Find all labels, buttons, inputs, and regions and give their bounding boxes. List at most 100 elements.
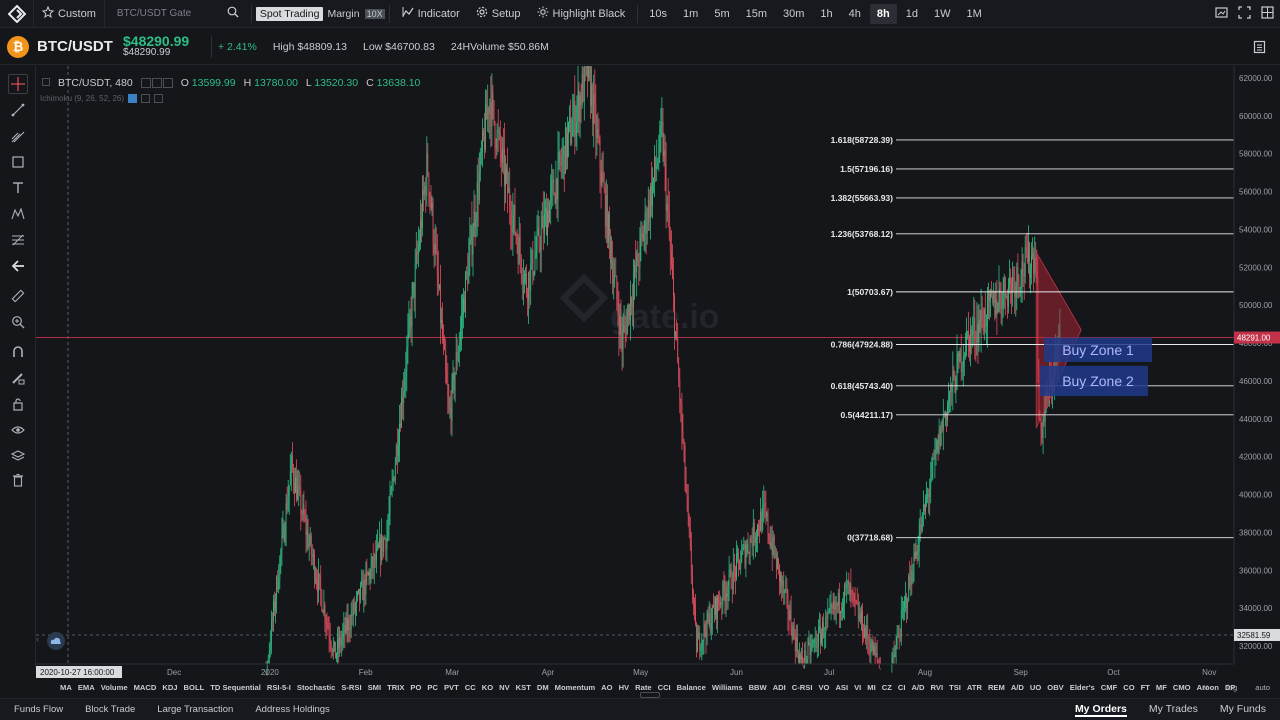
symbol-search-input[interactable]: BTC/USDT Gate (113, 8, 223, 19)
timeframe-4h[interactable]: 4h (842, 4, 868, 24)
indicator-item[interactable]: A/D (911, 683, 924, 692)
indicator-button[interactable]: Indicator (394, 0, 468, 28)
eye-icon[interactable] (8, 420, 28, 440)
indicator-item[interactable]: ASI (835, 683, 848, 692)
indicator-item[interactable]: MACD (134, 683, 157, 692)
fullscreen-icon[interactable] (1238, 6, 1251, 22)
pair-name[interactable]: BTC/USDT (37, 38, 123, 55)
indicator-item[interactable]: NV (499, 683, 510, 692)
indicator-item[interactable]: MA (60, 683, 72, 692)
scale-option-auto[interactable]: auto (1255, 683, 1270, 692)
indicator-item[interactable]: CCI (658, 683, 671, 692)
indicator-item[interactable]: ATR (967, 683, 982, 692)
timeframe-30m[interactable]: 30m (776, 4, 811, 24)
back-arrow-icon[interactable] (8, 256, 28, 276)
indicator-item[interactable]: EMA (78, 683, 95, 692)
indicator-item[interactable]: MI (867, 683, 875, 692)
timeframe-1w[interactable]: 1W (927, 4, 958, 24)
indicator-item[interactable]: A/D (1011, 683, 1024, 692)
trading-mode-toggle[interactable]: Spot Trading Margin 10X (255, 6, 385, 21)
indicator-item[interactable]: Elder's (1070, 683, 1095, 692)
indicator-item[interactable]: Stochastic (297, 683, 335, 692)
indicator-item[interactable]: Balance (677, 683, 706, 692)
chart-style-button[interactable]: Custom (34, 0, 104, 28)
crosshair-icon[interactable] (8, 74, 28, 94)
indicator-item[interactable]: PO (410, 683, 421, 692)
indicator-item[interactable]: REM (988, 683, 1005, 692)
indicator-close-icon[interactable] (154, 94, 164, 103)
trend-line-icon[interactable] (8, 100, 28, 120)
indicator-item[interactable]: RSI-5-I (267, 683, 291, 692)
tab-block-trade[interactable]: Block Trade (71, 704, 143, 715)
fibonacci-icon[interactable] (8, 230, 28, 250)
timeframe-1d[interactable]: 1d (899, 4, 925, 24)
tab-funds-flow[interactable]: Funds Flow (0, 704, 71, 715)
legend-toggle-icons[interactable] (140, 78, 173, 88)
margin-tab[interactable]: Margin (325, 7, 361, 21)
indicator-item[interactable]: OBV (1047, 683, 1063, 692)
timeframe-5m[interactable]: 5m (707, 4, 736, 24)
pattern-icon[interactable] (8, 204, 28, 224)
indicator-item[interactable]: Momentum (555, 683, 596, 692)
indicator-item[interactable]: CZ (882, 683, 892, 692)
indicator-item[interactable]: S-RSI (341, 683, 361, 692)
indicator-item[interactable]: BOLL (184, 683, 205, 692)
tab-my-funds[interactable]: My Funds (1220, 703, 1266, 717)
zoom-in-icon[interactable] (8, 312, 28, 332)
trash-icon[interactable] (8, 470, 28, 490)
order-book-icon[interactable] (1253, 40, 1266, 57)
indicator-item[interactable]: CI (898, 683, 906, 692)
indicator-item[interactable]: CMF (1101, 683, 1117, 692)
indicator-item[interactable]: KDJ (162, 683, 177, 692)
spot-trading-tab[interactable]: Spot Trading (255, 6, 324, 21)
indicator-item[interactable]: CC (465, 683, 476, 692)
indicator-item[interactable]: PC (427, 683, 438, 692)
timeframe-1m[interactable]: 1m (676, 4, 705, 24)
indicator-item[interactable]: MF (1156, 683, 1167, 692)
pitchfork-icon[interactable] (8, 126, 28, 146)
timeframe-10s[interactable]: 10s (642, 4, 674, 24)
rectangle-icon[interactable] (8, 152, 28, 172)
left-collapse-icon[interactable]: ‹ (36, 634, 39, 644)
ruler-icon[interactable] (8, 286, 28, 306)
indicator-item[interactable]: FT (1141, 683, 1150, 692)
indicator-item[interactable]: PVT (444, 683, 459, 692)
tab-large-transaction[interactable]: Large Transaction (143, 704, 241, 715)
indicator-item[interactable]: RVI (931, 683, 944, 692)
indicator-item[interactable]: CMO (1173, 683, 1191, 692)
text-icon[interactable] (8, 178, 28, 198)
indicator-item[interactable]: BBW (749, 683, 767, 692)
tab-my-trades[interactable]: My Trades (1149, 703, 1198, 717)
timeframe-15m[interactable]: 15m (739, 4, 774, 24)
indicator-item[interactable]: AO (601, 683, 612, 692)
indicator-item[interactable]: ADI (773, 683, 786, 692)
timeframe-1h[interactable]: 1h (813, 4, 839, 24)
indicator-item[interactable]: Rate (635, 683, 651, 692)
timeframe-8h[interactable]: 8h (869, 3, 897, 24)
indicator-item[interactable]: UO (1030, 683, 1041, 692)
indicator-item[interactable]: DM (537, 683, 549, 692)
chart-area[interactable]: BTC/USDT, 480 O 13599.99 H 13780.00 L 13… (36, 66, 1280, 680)
tab-my-orders[interactable]: My Orders (1074, 703, 1127, 717)
indicator-item[interactable]: VI (854, 683, 861, 692)
search-icon[interactable] (227, 6, 239, 21)
indicator-item[interactable]: HV (619, 683, 630, 692)
indicator-item[interactable]: TD Sequential (210, 683, 261, 692)
lock-icon[interactable] (8, 394, 28, 414)
highlight-button[interactable]: Highlight Black (529, 0, 634, 28)
setup-button[interactable]: Setup (468, 0, 529, 28)
scale-option-log[interactable]: log (1227, 683, 1237, 692)
indicator-item[interactable]: C-RSI (792, 683, 813, 692)
tab-address-holdings[interactable]: Address Holdings (241, 704, 337, 715)
indicator-item[interactable]: TRIX (387, 683, 404, 692)
indicator-settings-icon[interactable] (141, 94, 151, 103)
screenshot-icon[interactable] (1215, 6, 1228, 22)
timeframe-1m[interactable]: 1M (960, 4, 989, 24)
indicator-item[interactable]: KO (482, 683, 493, 692)
layers-icon[interactable] (8, 446, 28, 466)
legend-collapse-icon[interactable] (42, 77, 50, 89)
indicator-item[interactable]: VO (818, 683, 829, 692)
indicator-visibility-icon[interactable] (128, 94, 138, 103)
indicator-item[interactable]: Volume (101, 683, 128, 692)
symbol-search[interactable]: BTC/USDT Gate (103, 0, 247, 28)
